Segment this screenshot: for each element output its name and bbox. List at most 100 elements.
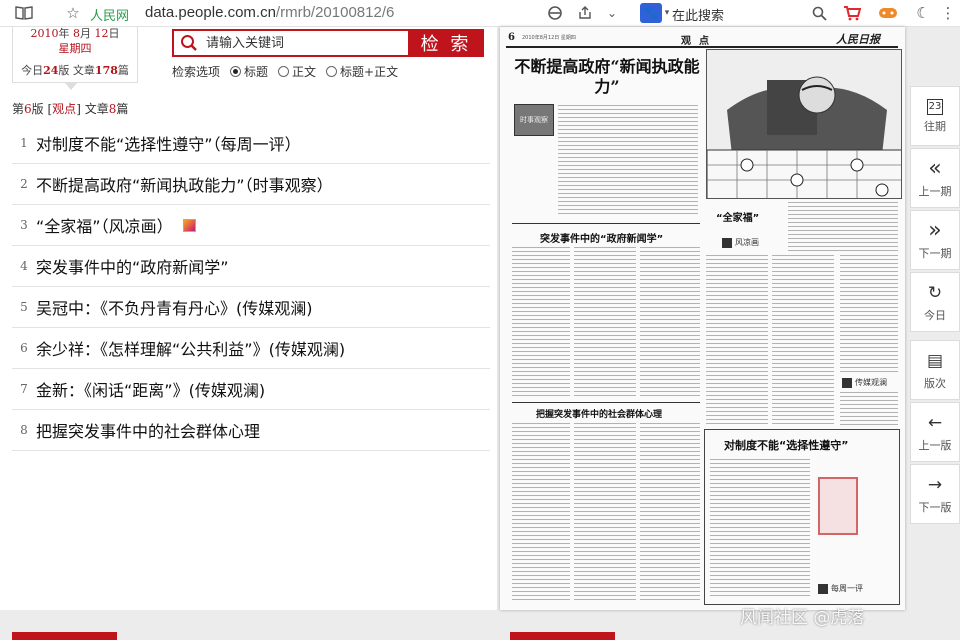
article-text[interactable] [788,202,898,252]
article-title[interactable]: 余少祥：《怎样理解“公共利益”》(传媒观澜) [36,336,345,360]
search-options-label: 检索选项 [172,65,221,79]
watermark: 风闻社区 @虎落 [740,608,865,628]
radio-title[interactable] [230,66,242,77]
newspaper-page[interactable]: 6 2010年8月12日 星期四 观点 人民日报 不断提高政府“新闻执政能力” … [500,27,905,610]
article-headline[interactable]: 不断提高政府“新闻执政能力” [512,57,702,97]
article-text[interactable] [574,423,636,603]
ie-mode-icon[interactable] [546,3,564,23]
search-input[interactable] [206,31,406,55]
date-box: 2010年 8月 12日 星期四 今日24版 文章178篇 [12,27,138,83]
magnifier-icon[interactable] [810,3,828,23]
bottom-section-tab[interactable] [12,632,117,640]
article-item[interactable]: 6 余少祥：《怎样理解“公共利益”》(传媒观澜) [12,328,490,369]
option-title[interactable]: 标题 [230,63,268,80]
star-icon[interactable]: ☆ [63,3,83,23]
article-item[interactable]: 1 对制度不能“选择性遵守”（每周一评） [12,123,490,164]
nav-today[interactable]: ↻ 今日 [910,272,960,332]
nav-pages[interactable]: ▤ 版次 [910,340,960,400]
article-text[interactable] [772,255,834,425]
chevron-down-icon[interactable]: ⌄ [604,3,620,23]
gamepad-icon[interactable] [877,3,899,23]
cartoon-illustration[interactable] [706,49,902,199]
search-button[interactable]: 检 索 [408,29,484,57]
article-headline[interactable]: 把握突发事件中的社会群体心理 [536,407,662,420]
column-label: 传媒观澜 [842,377,887,388]
article-title[interactable]: 不断提高政府“新闻执政能力”（时事观察） [36,172,333,196]
article-title[interactable]: 突发事件中的“政府新闻学” [36,254,229,278]
search-box: 检 索 [172,29,484,57]
weekday: 星期四 [58,42,92,55]
bottom-section-tab[interactable] [510,632,615,640]
article-item[interactable]: 5 吴冠中：《不负丹青有丹心》(传媒观澜) [12,287,490,328]
arrow-right-icon: → [927,474,943,495]
article-title[interactable]: “全家福”（风凉画） [36,213,173,237]
article-text[interactable] [640,247,700,397]
date-line: 2010年 8月 12日 [30,27,120,40]
site-name: 人民网 [90,9,130,24]
nav-next-page[interactable]: → 下一版 [910,464,960,524]
pages-icon: ▤ [926,350,944,371]
option-body[interactable]: 正文 [278,63,316,80]
radio-title-body[interactable] [326,66,338,77]
engine-dropdown-icon[interactable]: ▾ [662,3,672,23]
article-title[interactable]: 把握突发事件中的社会群体心理 [36,418,260,442]
article-title[interactable]: 吴冠中：《不负丹青有丹心》(传媒观澜) [36,295,313,319]
calendar-icon: 23 [927,98,943,115]
nav-next-issue[interactable]: » 下一期 [910,210,960,270]
url-path: /rmrb/20100812/6 [275,4,395,21]
article-title[interactable]: 金新：《闲话“距离”》(传媒观澜) [36,377,265,401]
article-item[interactable]: 7 金新：《闲话“距离”》(传媒观澜) [12,369,490,410]
section-heading: 第6版 [观点] 文章8篇 [12,102,129,116]
article-item[interactable]: 3 “全家福”（风凉画） [12,205,490,246]
article-item[interactable]: 8 把握突发事件中的社会群体心理 [12,410,490,451]
column-label: 每周一评 [818,583,863,594]
moon-icon[interactable]: ☾ [914,3,932,23]
today-stats: 今日24版 文章178篇 [21,64,129,77]
paper-header: 6 2010年8月12日 星期四 观点 人民日报 [506,32,898,48]
article-text[interactable] [512,247,570,397]
refresh-icon: ↻ [927,282,943,303]
url-domain: data.people.com.cn [145,4,276,21]
nav-prev-page[interactable]: ← 上一版 [910,402,960,462]
divider [512,223,700,224]
article-headline[interactable]: “全家福” [716,209,759,224]
article-item[interactable]: 4 突发事件中的“政府新闻学” [12,246,490,287]
left-panel: 2010年 8月 12日 星期四 今日24版 文章178篇 检 索 检索选项 标… [0,27,497,610]
nav-past-issues[interactable]: 23 往期 [910,86,960,146]
article-text[interactable] [710,459,810,599]
picture-icon[interactable] [182,218,196,232]
paper-logo: 人民日报 [836,33,880,46]
seal-image [818,477,858,535]
article-headline[interactable]: 对制度不能“选择性遵守” [724,437,848,453]
menu-icon[interactable]: ⋮ [940,3,956,23]
date-box-arrow [65,83,77,90]
browser-search-box[interactable]: 在此搜索 [672,5,724,24]
cart-icon[interactable] [842,3,862,23]
double-left-icon: « [928,155,942,181]
search-options: 检索选项 标题 正文 标题+正文 [172,63,398,80]
article-text[interactable] [574,247,636,397]
article-headline[interactable]: 突发事件中的“政府新闻学” [540,230,663,245]
article-text[interactable] [640,423,700,603]
browser-toolbar: ☆ 人民网 data.people.com.cn/rmrb/20100812/6… [0,0,960,27]
article-title[interactable]: 对制度不能“选择性遵守”（每周一评） [36,131,301,155]
search-icon [181,35,197,51]
nav-prev-issue[interactable]: «上一期 [910,148,960,208]
article-text[interactable] [558,105,698,215]
article-text[interactable] [840,255,898,375]
search-engine-icon[interactable]: 🐾 [640,3,662,23]
share-icon[interactable] [576,3,594,23]
right-nav: 23 往期 «上一期 » 下一期 ↻ 今日 ▤ 版次 ← 上一版 → 下一版 [910,86,960,524]
option-title-body[interactable]: 标题+正文 [326,63,398,80]
column-badge: 时事观察 [514,104,554,136]
column-label: 风凉画 [722,237,759,248]
article-text[interactable] [512,423,570,603]
article-list: 1 对制度不能“选择性遵守”（每周一评） 2 不断提高政府“新闻执政能力”（时事观察… [12,123,490,451]
article-text[interactable] [840,392,898,427]
reader-icon[interactable] [14,3,34,23]
arrow-left-icon: ← [927,412,943,433]
radio-body[interactable] [278,66,290,77]
article-text[interactable] [706,255,768,425]
article-item[interactable]: 2 不断提高政府“新闻执政能力”（时事观察） [12,164,490,205]
address-bar[interactable]: data.people.com.cn/rmrb/20100812/6 [145,4,394,21]
